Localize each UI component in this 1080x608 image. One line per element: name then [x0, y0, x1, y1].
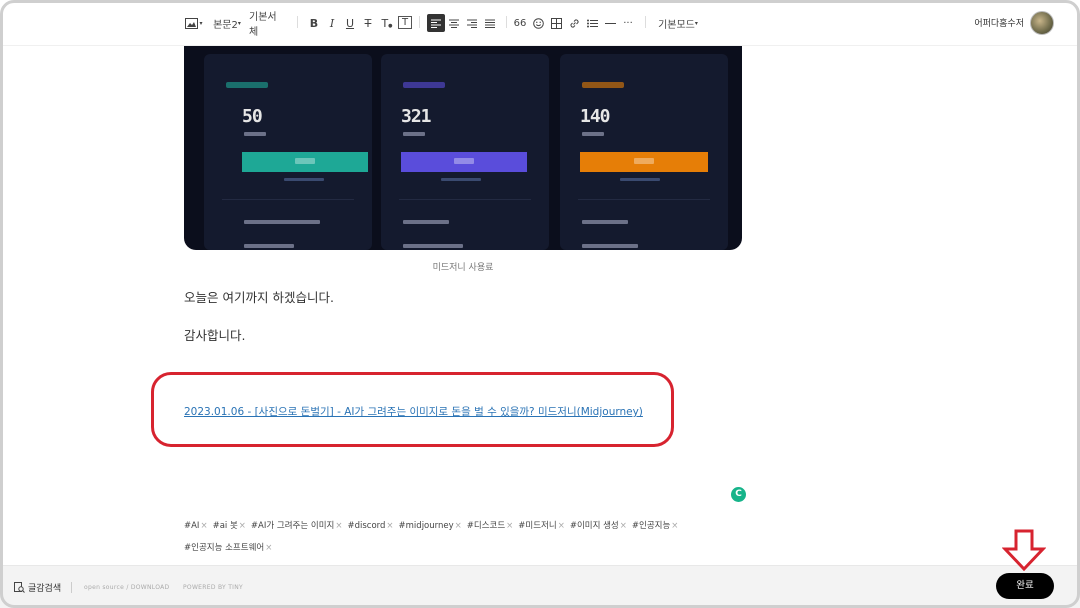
align-right-icon [467, 19, 477, 28]
more-options-button[interactable]: ··· [621, 14, 635, 32]
editor-toolbar: ▾ 본문2 ▾ 기본서체 B I U T T ● T 66 ··· 기본모드 ▾… [0, 0, 1080, 46]
tag-list: #AI× #ai 봇× #AI가 그려주는 이미지× #discord× #midjou… [184, 515, 744, 559]
pricing-card: 321 [381, 54, 549, 250]
tag-remove-icon[interactable]: × [506, 521, 513, 531]
tag-item[interactable]: #디스코드× [467, 515, 514, 537]
align-justify-button[interactable] [481, 14, 499, 32]
editor-mode-dropdown[interactable]: 기본모드 ▾ [656, 14, 700, 32]
related-post-link[interactable]: 2023.01.06 - [사진으로 돈벌기] - AI가 그려주는 이미지로 … [184, 404, 643, 419]
paragraph-style-dropdown[interactable]: 본문2 ▾ [212, 14, 242, 32]
tag-item[interactable]: #이미지 생성× [570, 515, 627, 537]
tag-item[interactable]: #midjourney× [399, 515, 462, 537]
paragraph[interactable]: 오늘은 여기까지 하겠습니다. [184, 287, 334, 306]
bold-button[interactable]: B [307, 14, 321, 32]
pricing-card-button [401, 152, 527, 172]
tag-remove-icon[interactable]: × [265, 543, 272, 553]
tag-item[interactable]: #미드저니× [518, 515, 565, 537]
tag-item[interactable]: #discord× [347, 515, 393, 537]
table-button[interactable] [549, 14, 563, 32]
grammarly-icon[interactable]: C [731, 487, 746, 502]
tag-remove-icon[interactable]: × [671, 521, 678, 531]
powered-by-label: POWERED BY TINY [183, 584, 243, 591]
tag-remove-icon[interactable]: × [455, 521, 462, 531]
strikethrough-button[interactable]: T [361, 14, 375, 32]
tag-remove-icon[interactable]: × [200, 521, 207, 531]
tag-item[interactable]: #AI가 그려주는 이미지× [251, 515, 343, 537]
tag-remove-icon[interactable]: × [239, 521, 246, 531]
tag-remove-icon[interactable]: × [558, 521, 565, 531]
open-source-link[interactable]: open source / DOWNLOAD [84, 584, 169, 591]
horizontal-line-button[interactable] [603, 14, 617, 32]
link-button[interactable] [567, 14, 581, 32]
font-family-dropdown[interactable]: 기본서체 [249, 12, 285, 38]
align-right-button[interactable] [463, 14, 481, 32]
align-justify-icon [485, 19, 495, 28]
tag-remove-icon[interactable]: × [620, 521, 627, 531]
image-caption[interactable]: 미드저니 사용료 [184, 260, 742, 273]
pricing-card-price: 50 [242, 106, 263, 127]
footer-divider [71, 582, 72, 593]
tag-item[interactable]: #ai 봇× [213, 515, 246, 537]
pricing-card: 140 [560, 54, 728, 250]
user-name: 어퍼다홈수저 [974, 19, 1024, 29]
link-icon [569, 18, 579, 28]
emoji-icon [532, 17, 544, 29]
text-background-button[interactable]: T [398, 16, 412, 29]
tag-remove-icon[interactable]: × [335, 521, 342, 531]
pricing-card-button [580, 152, 708, 172]
image-icon [185, 17, 199, 29]
align-left-button[interactable] [427, 14, 445, 32]
horizontal-rule-icon [604, 22, 616, 24]
editor-footer: 글감검색 open source / DOWNLOAD POWERED BY T… [0, 565, 1080, 608]
toolbar-divider [297, 16, 298, 28]
paragraph[interactable]: 감사합니다. [184, 325, 245, 344]
pricing-card-button [242, 152, 368, 172]
underline-button[interactable]: U [343, 14, 357, 32]
pricing-card-price: 140 [580, 106, 610, 127]
search-doc-icon [14, 582, 25, 593]
tag-item[interactable]: #AI× [184, 515, 208, 537]
italic-button[interactable]: I [325, 14, 339, 32]
list-button[interactable] [585, 14, 599, 32]
emoji-button[interactable] [531, 14, 545, 32]
quote-button[interactable]: 66 [513, 14, 527, 32]
align-left-icon [431, 19, 441, 28]
arrow-down-annotation-icon [1002, 529, 1046, 571]
align-center-button[interactable] [445, 14, 463, 32]
toolbar-divider [506, 16, 507, 28]
bullet-list-icon [586, 19, 598, 27]
done-button[interactable]: 완료 [996, 573, 1054, 599]
tag-item[interactable]: #인공지능 소프트웨어× [184, 537, 272, 559]
pricing-image: 50 321 140 [184, 46, 742, 250]
tag-item[interactable]: #인공지능× [632, 515, 679, 537]
tag-remove-icon[interactable]: × [386, 521, 393, 531]
text-color-button[interactable]: T ● [379, 14, 395, 32]
avatar[interactable] [1030, 11, 1054, 35]
pricing-card: 50 [204, 54, 372, 250]
table-icon [550, 17, 562, 29]
pricing-card-price: 321 [401, 106, 431, 127]
more-icon: ··· [623, 17, 633, 29]
material-search-button[interactable]: 글감검색 [14, 581, 61, 594]
image-insert-button[interactable]: ▾ [184, 14, 204, 32]
align-center-icon [449, 19, 459, 28]
toolbar-divider [419, 16, 420, 28]
toolbar-divider [645, 16, 646, 28]
